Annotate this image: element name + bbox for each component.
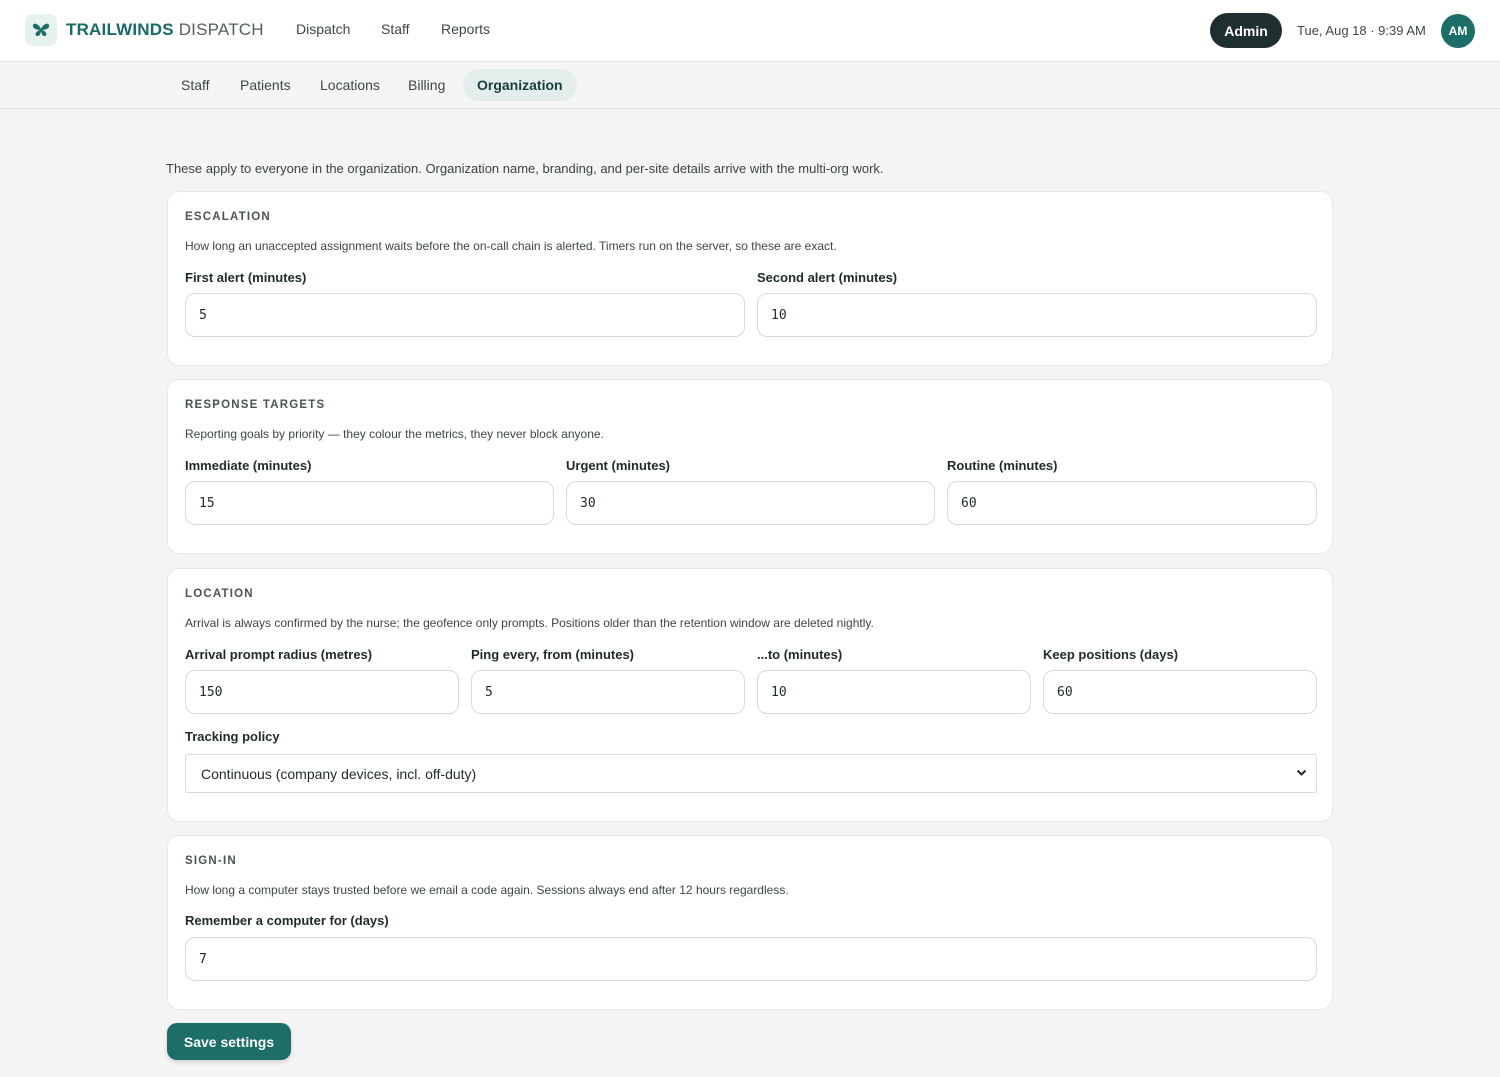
escalation-card: ESCALATION How long an unaccepted assign… bbox=[167, 191, 1333, 366]
remember-computer-input[interactable] bbox=[185, 937, 1317, 981]
chevron-down-icon bbox=[1296, 769, 1307, 776]
tab-locations[interactable]: Locations bbox=[320, 77, 380, 93]
section-description: Arrival is always confirmed by the nurse… bbox=[185, 616, 874, 630]
second-alert-input[interactable] bbox=[757, 293, 1317, 337]
radius-input[interactable] bbox=[185, 670, 459, 714]
section-title: RESPONSE TARGETS bbox=[185, 399, 326, 411]
response-targets-card: RESPONSE TARGETS Reporting goals by prio… bbox=[167, 379, 1333, 554]
ping-to-input[interactable] bbox=[757, 670, 1031, 714]
routine-label: Routine (minutes) bbox=[947, 458, 1058, 473]
keep-positions-label: Keep positions (days) bbox=[1043, 647, 1179, 662]
section-title: ESCALATION bbox=[185, 211, 271, 223]
save-settings-button[interactable]: Save settings bbox=[167, 1023, 291, 1060]
ping-from-input[interactable] bbox=[471, 670, 745, 714]
location-card: LOCATION Arrival is always confirmed by … bbox=[167, 568, 1333, 822]
avatar[interactable]: AM bbox=[1441, 14, 1475, 48]
second-alert-label: Second alert (minutes) bbox=[757, 270, 898, 285]
current-datetime: Tue, Aug 18 · 9:39 AM bbox=[1297, 23, 1426, 38]
admin-role-badge[interactable]: Admin bbox=[1210, 13, 1282, 48]
remember-computer-label: Remember a computer for (days) bbox=[185, 913, 389, 928]
first-alert-label: First alert (minutes) bbox=[185, 270, 307, 285]
settings-subnav: Staff Patients Locations Billing Organiz… bbox=[0, 62, 1500, 109]
section-title: LOCATION bbox=[185, 588, 254, 600]
keep-positions-input[interactable] bbox=[1043, 670, 1317, 714]
first-alert-input[interactable] bbox=[185, 293, 745, 337]
ping-to-label: ...to (minutes) bbox=[757, 647, 843, 662]
section-description: Reporting goals by priority — they colou… bbox=[185, 427, 604, 441]
butterfly-logo-icon[interactable] bbox=[25, 14, 57, 46]
urgent-input[interactable] bbox=[566, 481, 935, 525]
section-description: How long a computer stays trusted before… bbox=[185, 883, 789, 897]
immediate-input[interactable] bbox=[185, 481, 554, 525]
section-description: How long an unaccepted assignment waits … bbox=[185, 239, 837, 253]
immediate-label: Immediate (minutes) bbox=[185, 458, 312, 473]
top-bar: TRAILWINDS DISPATCH Dispatch Staff Repor… bbox=[0, 0, 1500, 62]
section-title: SIGN-IN bbox=[185, 855, 237, 867]
nav-dispatch[interactable]: Dispatch bbox=[296, 21, 350, 37]
tab-billing[interactable]: Billing bbox=[408, 77, 445, 93]
tracking-policy-value: Continuous (company devices, incl. off-d… bbox=[201, 765, 477, 782]
routine-input[interactable] bbox=[947, 481, 1317, 525]
tracking-policy-select[interactable]: Continuous (company devices, incl. off-d… bbox=[185, 754, 1317, 793]
nav-reports[interactable]: Reports bbox=[441, 21, 490, 37]
tab-patients[interactable]: Patients bbox=[240, 77, 291, 93]
brand-name[interactable]: TRAILWINDS DISPATCH bbox=[66, 20, 264, 40]
tracking-policy-label: Tracking policy bbox=[185, 729, 280, 744]
ping-from-label: Ping every, from (minutes) bbox=[471, 647, 635, 662]
urgent-label: Urgent (minutes) bbox=[566, 458, 670, 473]
page-intro: These apply to everyone in the organizat… bbox=[166, 161, 884, 176]
nav-staff[interactable]: Staff bbox=[381, 21, 410, 37]
sign-in-card: SIGN-IN How long a computer stays truste… bbox=[167, 835, 1333, 1010]
tab-organization[interactable]: Organization bbox=[463, 69, 577, 101]
tab-staff[interactable]: Staff bbox=[181, 77, 210, 93]
radius-label: Arrival prompt radius (metres) bbox=[185, 647, 373, 662]
